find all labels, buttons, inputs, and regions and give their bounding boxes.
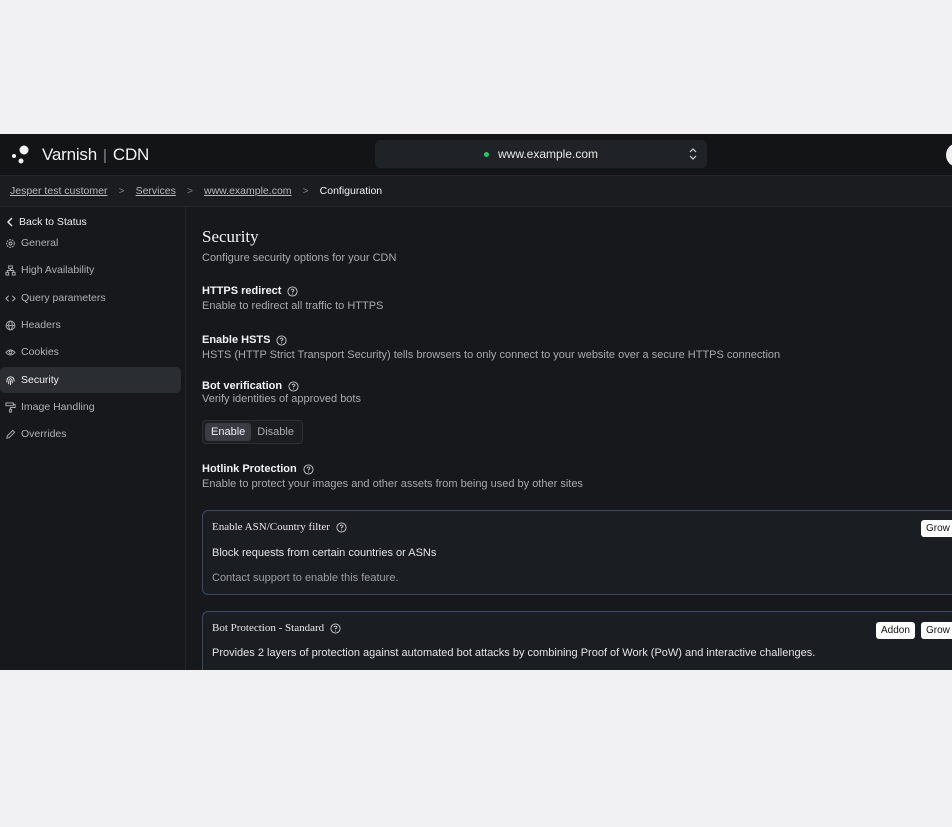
breadcrumb-separator: > xyxy=(302,185,309,197)
card-description: Provides 2 layers of protection against … xyxy=(212,647,816,659)
sidebar-item-headers[interactable]: Headers xyxy=(0,312,181,338)
sidebar-item-label: General xyxy=(21,237,59,249)
sidebar-item-overrides[interactable]: Overrides xyxy=(0,421,181,447)
app-window: Varnish | CDN www.example.com Jesper tes… xyxy=(0,134,952,670)
plan-badge-grow: Grow xyxy=(921,622,952,639)
help-icon[interactable] xyxy=(330,622,341,634)
setting-hsts: Enable HSTS HSTS (HTTP Strict Transport … xyxy=(202,334,780,361)
globe-icon xyxy=(5,320,16,330)
setting-hotlink-protection: Hotlink Protection Enable to protect you… xyxy=(202,463,583,490)
setting-description: Verify identities of approved bots xyxy=(202,393,361,405)
chevron-left-icon xyxy=(7,217,13,227)
gear-icon xyxy=(6,238,15,248)
back-label: Back to Status xyxy=(19,216,87,228)
sidebar-item-label: High Availability xyxy=(21,264,95,276)
sidebar-item-label: Headers xyxy=(21,319,61,331)
paint-roller-icon xyxy=(5,401,16,413)
status-dot xyxy=(483,151,489,157)
setting-description: HSTS (HTTP Strict Transport Security) te… xyxy=(202,349,781,361)
sidebar-item-high-availability[interactable]: High Availability xyxy=(0,257,181,283)
code-icon xyxy=(5,294,16,302)
sidebar-item-general[interactable]: General xyxy=(0,230,181,256)
breadcrumb-separator: > xyxy=(186,185,193,197)
sidebar-item-query-parameters[interactable]: Query parameters xyxy=(0,285,181,311)
help-icon[interactable] xyxy=(288,380,299,392)
breadcrumb-separator: > xyxy=(118,185,125,197)
breadcrumb-domain[interactable]: www.example.com xyxy=(204,185,292,197)
card-title: Enable ASN/Country filter xyxy=(212,521,330,533)
help-icon[interactable] xyxy=(336,521,347,533)
network-icon xyxy=(5,264,16,276)
enable-option[interactable]: Enable xyxy=(205,423,252,441)
help-icon[interactable] xyxy=(303,463,314,475)
sidebar-item-image-handling[interactable]: Image Handling xyxy=(0,394,181,420)
logo[interactable]: Varnish | CDN xyxy=(10,144,149,166)
sidebar-item-label: Query parameters xyxy=(21,292,106,304)
setting-bot-verification: Bot verification Verify identities of ap… xyxy=(202,380,361,405)
sidebar-item-label: Cookies xyxy=(21,346,59,358)
top-bar: Varnish | CDN www.example.com xyxy=(0,134,952,176)
help-icon[interactable] xyxy=(287,285,299,297)
page-subtitle: Configure security options for your CDN xyxy=(202,252,397,264)
sidebar-item-cookies[interactable]: Cookies xyxy=(0,339,181,365)
sidebar-item-label: Image Handling xyxy=(21,401,95,413)
card-note: Contact support to enable this feature. xyxy=(212,572,399,584)
setting-label: Enable HSTS xyxy=(202,334,271,346)
product-name: CDN xyxy=(112,145,150,164)
asn-country-filter-card: Enable ASN/Country filter Grow Block req… xyxy=(202,510,952,595)
setting-label: Hotlink Protection xyxy=(202,463,297,475)
breadcrumb-services[interactable]: Services xyxy=(136,185,176,197)
bot-protection-card: Bot Protection - Standard Addon Grow Pro… xyxy=(202,611,952,670)
setting-description: Enable to redirect all traffic to HTTPS xyxy=(202,300,384,312)
card-title: Bot Protection - Standard xyxy=(212,622,325,634)
brand-name: Varnish xyxy=(42,145,97,164)
breadcrumb: Jesper test customer > Services > www.ex… xyxy=(0,176,952,207)
main-content: Security Configure security options for … xyxy=(186,207,952,670)
sidebar-item-label: Overrides xyxy=(21,428,67,440)
domain-selector-value: www.example.com xyxy=(497,147,599,161)
plan-badge-grow: Grow xyxy=(921,520,952,537)
pencil-icon xyxy=(6,429,16,439)
card-description: Block requests from certain countries or… xyxy=(212,547,437,559)
sidebar: Back to Status General High Availability… xyxy=(0,207,186,670)
brand-separator: | xyxy=(102,146,107,164)
domain-selector[interactable]: www.example.com xyxy=(375,140,707,168)
eye-icon xyxy=(5,349,16,355)
setting-description: Enable to protect your images and other … xyxy=(202,478,583,490)
bot-verification-toggle: Enable Disable xyxy=(202,420,303,444)
setting-label: HTTPS redirect xyxy=(202,285,282,297)
chevron-up-down-icon xyxy=(689,148,697,160)
page-title: Security xyxy=(202,227,259,246)
back-to-status-link[interactable]: Back to Status xyxy=(6,216,87,228)
breadcrumb-customer[interactable]: Jesper test customer xyxy=(10,185,107,197)
disable-option[interactable]: Disable xyxy=(251,423,300,441)
sidebar-item-security[interactable]: Security xyxy=(0,367,181,393)
breadcrumb-current: Configuration xyxy=(319,185,383,197)
sidebar-item-label: Security xyxy=(21,374,59,386)
help-icon[interactable] xyxy=(276,334,288,346)
addon-badge: Addon xyxy=(876,622,915,639)
avatar[interactable] xyxy=(946,143,952,167)
setting-label: Bot verification xyxy=(202,380,283,392)
setting-https-redirect: HTTPS redirect Enable to redirect all tr… xyxy=(202,285,383,312)
fingerprint-icon xyxy=(6,375,15,385)
varnish-logo-icon xyxy=(12,145,29,164)
